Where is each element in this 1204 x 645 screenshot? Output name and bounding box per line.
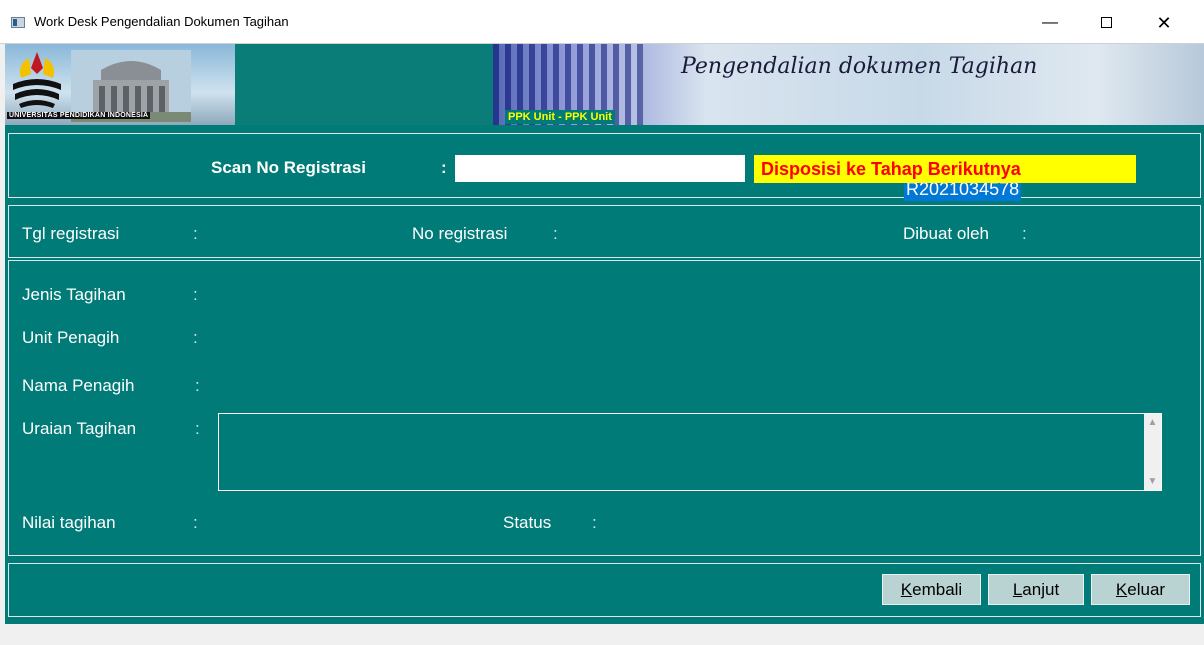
unit-penagih-colon: :	[193, 328, 198, 347]
kembali-button[interactable]: Kembali	[882, 574, 981, 605]
scan-label: Scan No Registrasi	[211, 158, 366, 177]
tgl-registrasi-colon: :	[193, 224, 198, 243]
header-banner: UNIVERSITAS PENDIDIKAN INDONESIA PPK Uni…	[5, 44, 1204, 125]
jenis-tagihan-label: Jenis Tagihan	[22, 285, 126, 304]
close-button[interactable]: ✕	[1144, 8, 1184, 38]
maximize-button[interactable]	[1086, 8, 1126, 38]
status-bar	[5, 624, 1204, 645]
dibuat-oleh-label: Dibuat oleh	[903, 224, 990, 243]
lanjut-accel: L	[1012, 580, 1023, 599]
kembali-rest: embali	[912, 580, 963, 599]
minimize-button[interactable]: —	[1030, 8, 1070, 38]
university-name: UNIVERSITAS PENDIDIKAN INDONESIA	[7, 112, 151, 119]
detail-panel: Jenis Tagihan : Unit Penagih : Nama Pena…	[8, 260, 1201, 556]
no-registrasi-colon: :	[553, 224, 558, 243]
maximize-icon	[1100, 17, 1112, 29]
uraian-tagihan-textarea[interactable]: ▲ ▼	[218, 413, 1162, 491]
banner-slogan: Pengendalian dokumen Tagihan	[681, 54, 1038, 79]
kembali-accel: K	[900, 580, 913, 599]
window-titlebar: Work Desk Pengendalian Dokumen Tagihan —…	[0, 0, 1204, 44]
nama-penagih-label: Nama Penagih	[22, 376, 135, 395]
keluar-button[interactable]: Keluar	[1091, 574, 1190, 605]
dibuat-oleh-colon: :	[1022, 224, 1027, 243]
status-colon: :	[592, 513, 597, 532]
app-icon	[11, 17, 25, 28]
status-label: Status	[503, 513, 552, 532]
nama-penagih-colon: :	[195, 376, 200, 395]
scroll-down-icon[interactable]: ▼	[1144, 473, 1161, 490]
lanjut-button[interactable]: Lanjut	[988, 574, 1084, 605]
keluar-rest: eluar	[1127, 580, 1166, 599]
emblem-icon	[13, 52, 61, 108]
university-logo: UNIVERSITAS PENDIDIKAN INDONESIA	[5, 44, 235, 125]
uraian-tagihan-colon: :	[195, 419, 200, 438]
registration-panel: Tgl registrasi : No registrasi : Dibuat …	[8, 205, 1201, 258]
button-panel: Kembali Lanjut Keluar	[8, 563, 1201, 617]
unit-penagih-label: Unit Penagih	[22, 328, 120, 347]
textarea-scrollbar[interactable]: ▲ ▼	[1144, 414, 1161, 490]
window-title: Work Desk Pengendalian Dokumen Tagihan	[34, 14, 289, 29]
scan-registration-input[interactable]: R2021034578	[455, 155, 1022, 201]
app-window: UNIVERSITAS PENDIDIKAN INDONESIA PPK Uni…	[5, 44, 1204, 624]
nilai-tagihan-label: Nilai tagihan	[22, 513, 116, 532]
jenis-tagihan-colon: :	[193, 285, 198, 304]
disposition-banner: Disposisi ke Tahap Berikutnya	[754, 155, 1136, 183]
scroll-up-icon[interactable]: ▲	[1144, 414, 1161, 431]
nilai-tagihan-colon: :	[193, 513, 198, 532]
unit-tag: PPK Unit - PPK Unit	[505, 110, 615, 124]
lanjut-rest: anjut	[1022, 580, 1060, 599]
uraian-tagihan-label: Uraian Tagihan	[22, 419, 137, 438]
scan-panel: Scan No Registrasi : R2021034578 Disposi…	[8, 133, 1201, 201]
keluar-accel: K	[1115, 580, 1128, 599]
no-registrasi-label: No registrasi	[412, 224, 508, 243]
tgl-registrasi-label: Tgl registrasi	[22, 224, 120, 243]
scan-colon: :	[441, 158, 447, 177]
